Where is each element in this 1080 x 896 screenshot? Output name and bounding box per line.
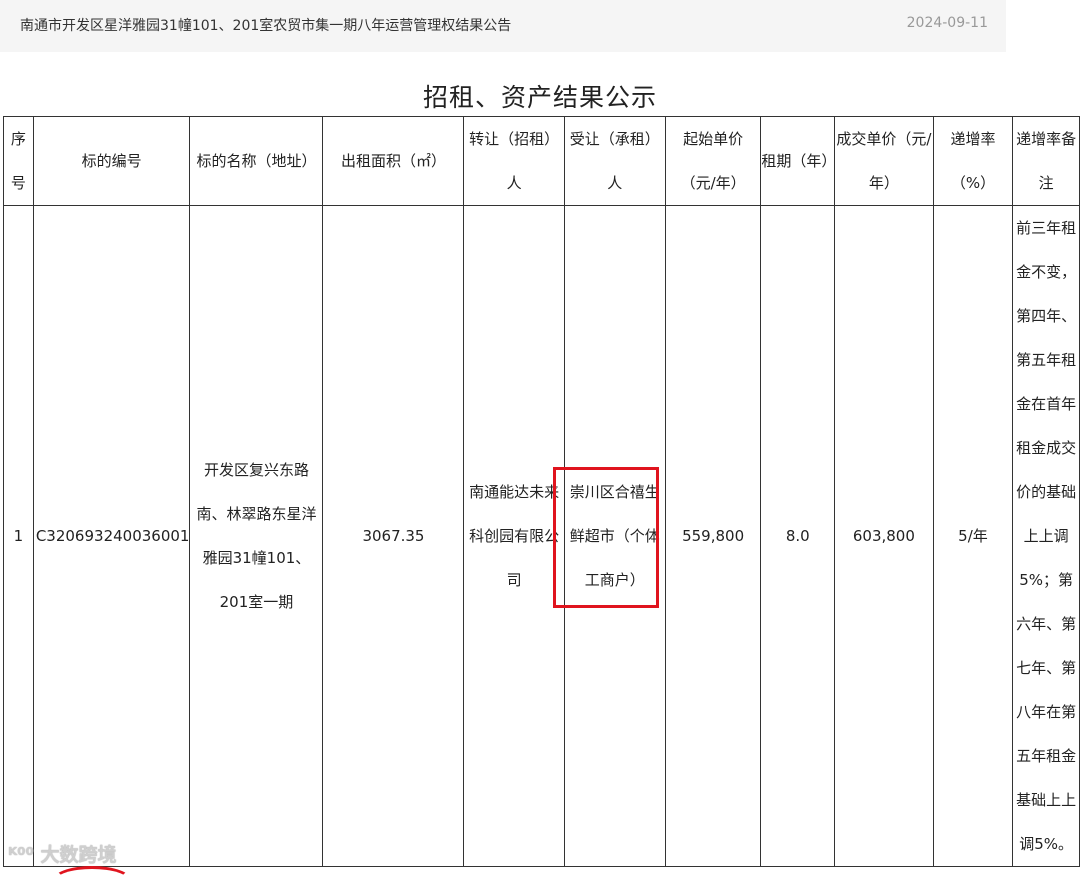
seal-icon — [52, 866, 132, 896]
header-rate-note: 递增率备注 — [1012, 116, 1080, 206]
header-term: 租期（年） — [760, 116, 836, 206]
cell-area: 3067.35 — [322, 205, 465, 867]
notice-date: 2024-09-11 — [906, 15, 988, 31]
header-code: 标的编号 — [32, 116, 191, 206]
header-index: 序号 — [3, 116, 34, 206]
header-deal-price: 成交单价（元/年） — [834, 116, 934, 206]
cell-deal-price: 603,800 — [834, 205, 934, 867]
header-rate: 递增率（%） — [932, 116, 1014, 206]
table-header-row: 序号 标的编号 标的名称（地址） 出租面积（㎡） 转让（招租）人 受让（承租）人… — [3, 116, 1080, 206]
cell-rate: 5/年 — [932, 205, 1014, 867]
cell-code: C320693240036001 — [32, 205, 191, 867]
header-transferor: 转让（招租）人 — [463, 116, 565, 206]
notice-bar[interactable]: 南通市开发区星洋雅园31幢101、201室农贸市集一期八年运营管理权结果公告 2… — [0, 0, 1006, 52]
cell-transferor: 南通能达未来科创园有限公司 — [463, 205, 565, 867]
cell-rate-note: 前三年租金不变，第四年、第五年租金在首年租金成交价的基础上上调5%；第六年、第七… — [1012, 205, 1080, 867]
header-start-price: 起始单价（元/年） — [664, 116, 762, 206]
page-title: 招租、资产结果公示 — [422, 83, 657, 112]
header-transferee: 受让（承租）人 — [563, 116, 666, 206]
header-area: 出租面积（㎡） — [322, 116, 465, 206]
cell-index: 1 — [3, 205, 34, 867]
table-row: 1 C320693240036001 开发区复兴东路南、林翠路东星洋雅园31幢1… — [3, 205, 1080, 867]
watermark-text: 大数跨境 — [40, 844, 117, 866]
watermark: ᴷ⁰⁰ 大数跨境 — [8, 840, 117, 867]
result-table: 序号 标的编号 标的名称（地址） 出租面积（㎡） 转让（招租）人 受让（承租）人… — [3, 116, 1080, 867]
cell-start-price: 559,800 — [664, 205, 762, 867]
cell-term: 8.0 — [760, 205, 836, 867]
header-name: 标的名称（地址） — [189, 116, 324, 206]
cell-name: 开发区复兴东路南、林翠路东星洋雅园31幢101、201室一期 — [189, 205, 324, 867]
cell-transferee: 崇川区合禧生鲜超市（个体工商户） — [563, 205, 666, 867]
notice-title[interactable]: 南通市开发区星洋雅园31幢101、201室农贸市集一期八年运营管理权结果公告 — [20, 15, 511, 35]
watermark-logo-icon: ᴷ⁰⁰ — [8, 844, 34, 866]
